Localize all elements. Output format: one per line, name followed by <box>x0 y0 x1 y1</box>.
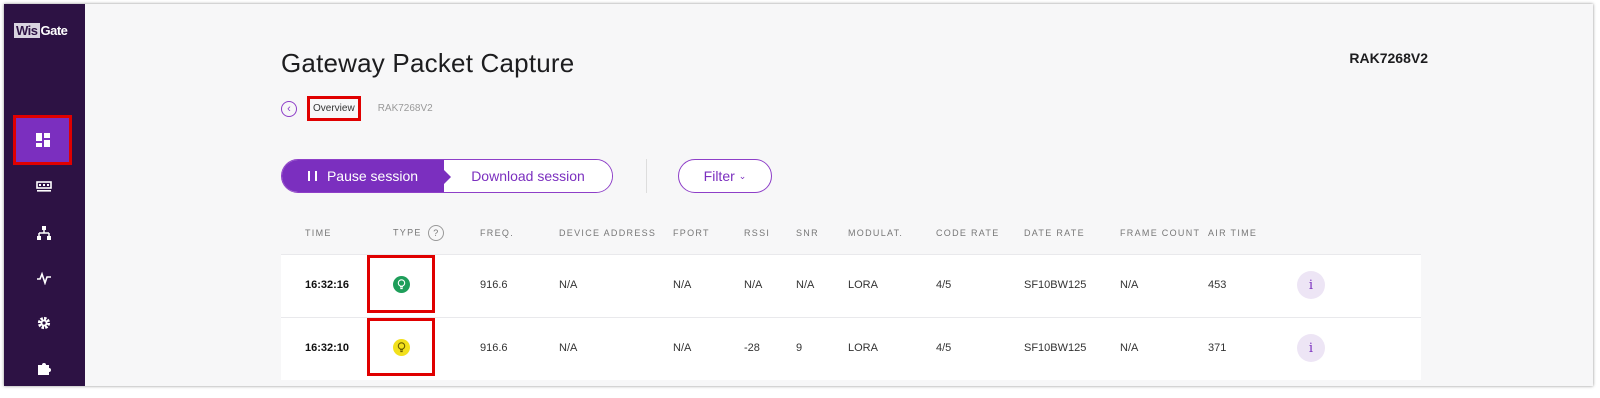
cell-fport: N/A <box>673 342 692 354</box>
page-title: Gateway Packet Capture <box>281 48 575 78</box>
cell-freq: 916.6 <box>480 342 508 354</box>
cell-air-time: 371 <box>1208 342 1227 354</box>
chevron-left-icon: ‹ <box>287 102 291 115</box>
cell-modulation: LORA <box>848 342 878 354</box>
cell-fport: N/A <box>673 279 692 291</box>
cell-code-rate: 4/5 <box>936 342 952 354</box>
table-header: TIME TYPE? FREQ. DEVICE ADDRESS FPORT RS… <box>281 222 1421 252</box>
sidebar-item-activity[interactable] <box>14 258 74 298</box>
gateway-name: RAK7268V2 <box>1349 50 1428 66</box>
col-data-rate: DATE RATE <box>1024 228 1085 238</box>
breadcrumb: ‹ Overview RAK7268V2 <box>281 96 433 121</box>
col-type-label: TYPE <box>393 227 422 238</box>
cell-modulation: LORA <box>848 279 878 291</box>
pause-icon <box>307 171 317 181</box>
info-button[interactable]: i <box>1297 334 1325 362</box>
cell-rssi: N/A <box>744 279 763 291</box>
col-fport: FPORT <box>673 228 710 238</box>
info-button[interactable]: i <box>1297 271 1325 299</box>
sidebar-item-network[interactable] <box>14 213 74 253</box>
activity-icon <box>37 271 51 285</box>
help-icon[interactable]: ? <box>427 225 444 241</box>
col-snr: SNR <box>796 228 819 238</box>
chevron-down-icon: ⌄ <box>738 170 747 181</box>
sidebar-item-gateway[interactable] <box>14 167 74 207</box>
session-toggle: Pause session Download session <box>281 159 613 193</box>
col-type: TYPE? <box>393 225 444 241</box>
gateway-icon <box>36 181 52 192</box>
sidebar: Wis Gate <box>4 4 85 386</box>
back-button[interactable]: ‹ <box>281 100 297 117</box>
col-code-rate: CODE RATE <box>936 228 1000 238</box>
logo-wis: Wis <box>14 23 40 38</box>
cell-device-address: N/A <box>559 279 578 291</box>
sidebar-item-extensions[interactable] <box>14 348 74 386</box>
cell-type <box>367 255 435 313</box>
breadcrumb-overview[interactable]: Overview <box>307 96 361 121</box>
breadcrumb-gateway: RAK7268V2 <box>377 103 433 114</box>
cell-time: 16:32:10 <box>305 342 350 354</box>
col-device-address: DEVICE ADDRESS <box>559 228 657 238</box>
download-session-button[interactable]: Download session <box>444 160 612 192</box>
col-freq: FREQ. <box>480 228 515 238</box>
cell-frame-count: N/A <box>1120 279 1139 291</box>
col-time: TIME <box>305 228 332 238</box>
col-air-time: AIR TIME <box>1208 228 1258 238</box>
cell-snr: N/A <box>796 279 815 291</box>
col-frame-count: FRAME COUNT <box>1120 228 1201 238</box>
table-row[interactable]: 16:32:10 916.6 N/A N/A -28 9 LORA 4/5 SF… <box>281 317 1421 380</box>
download-session-label: Download session <box>471 168 585 184</box>
cell-device-address: N/A <box>559 342 578 354</box>
lightbulb-icon <box>392 275 410 293</box>
table-row[interactable]: 16:32:16 916.6 N/A N/A N/A N/A LORA 4/5 … <box>281 254 1421 317</box>
sidebar-item-settings[interactable] <box>14 303 74 343</box>
cell-code-rate: 4/5 <box>936 279 952 291</box>
divider <box>646 159 647 193</box>
filter-label: Filter <box>703 168 735 184</box>
cell-snr: 9 <box>796 342 803 354</box>
dashboard-icon <box>35 133 50 147</box>
col-modulation: MODULAT. <box>848 228 904 238</box>
cell-data-rate: SF10BW125 <box>1024 342 1087 354</box>
cell-frame-count: N/A <box>1120 342 1139 354</box>
col-rssi: RSSI <box>744 228 771 238</box>
filter-button[interactable]: Filter ⌄ <box>678 159 772 193</box>
cell-rssi: -28 <box>744 342 760 354</box>
pause-session-label: Pause session <box>326 168 419 184</box>
app-window: Wis Gate Gateway Packet Capture RAK7268V… <box>4 4 1593 386</box>
cell-data-rate: SF10BW125 <box>1024 279 1087 291</box>
wisgate-logo: Wis Gate <box>14 23 68 38</box>
pause-session-button[interactable]: Pause session <box>282 160 451 192</box>
puzzle-icon <box>38 363 51 375</box>
cell-air-time: 453 <box>1208 279 1227 291</box>
cell-type <box>367 318 435 376</box>
network-icon <box>37 226 51 240</box>
cell-freq: 916.6 <box>480 279 508 291</box>
sidebar-item-dashboard[interactable] <box>13 115 72 165</box>
lightbulb-icon <box>392 338 410 356</box>
cell-time: 16:32:16 <box>305 279 350 291</box>
session-controls: Pause session Download session Filter ⌄ <box>281 159 772 193</box>
logo-gate: Gate <box>40 23 68 38</box>
gear-icon <box>37 316 51 330</box>
